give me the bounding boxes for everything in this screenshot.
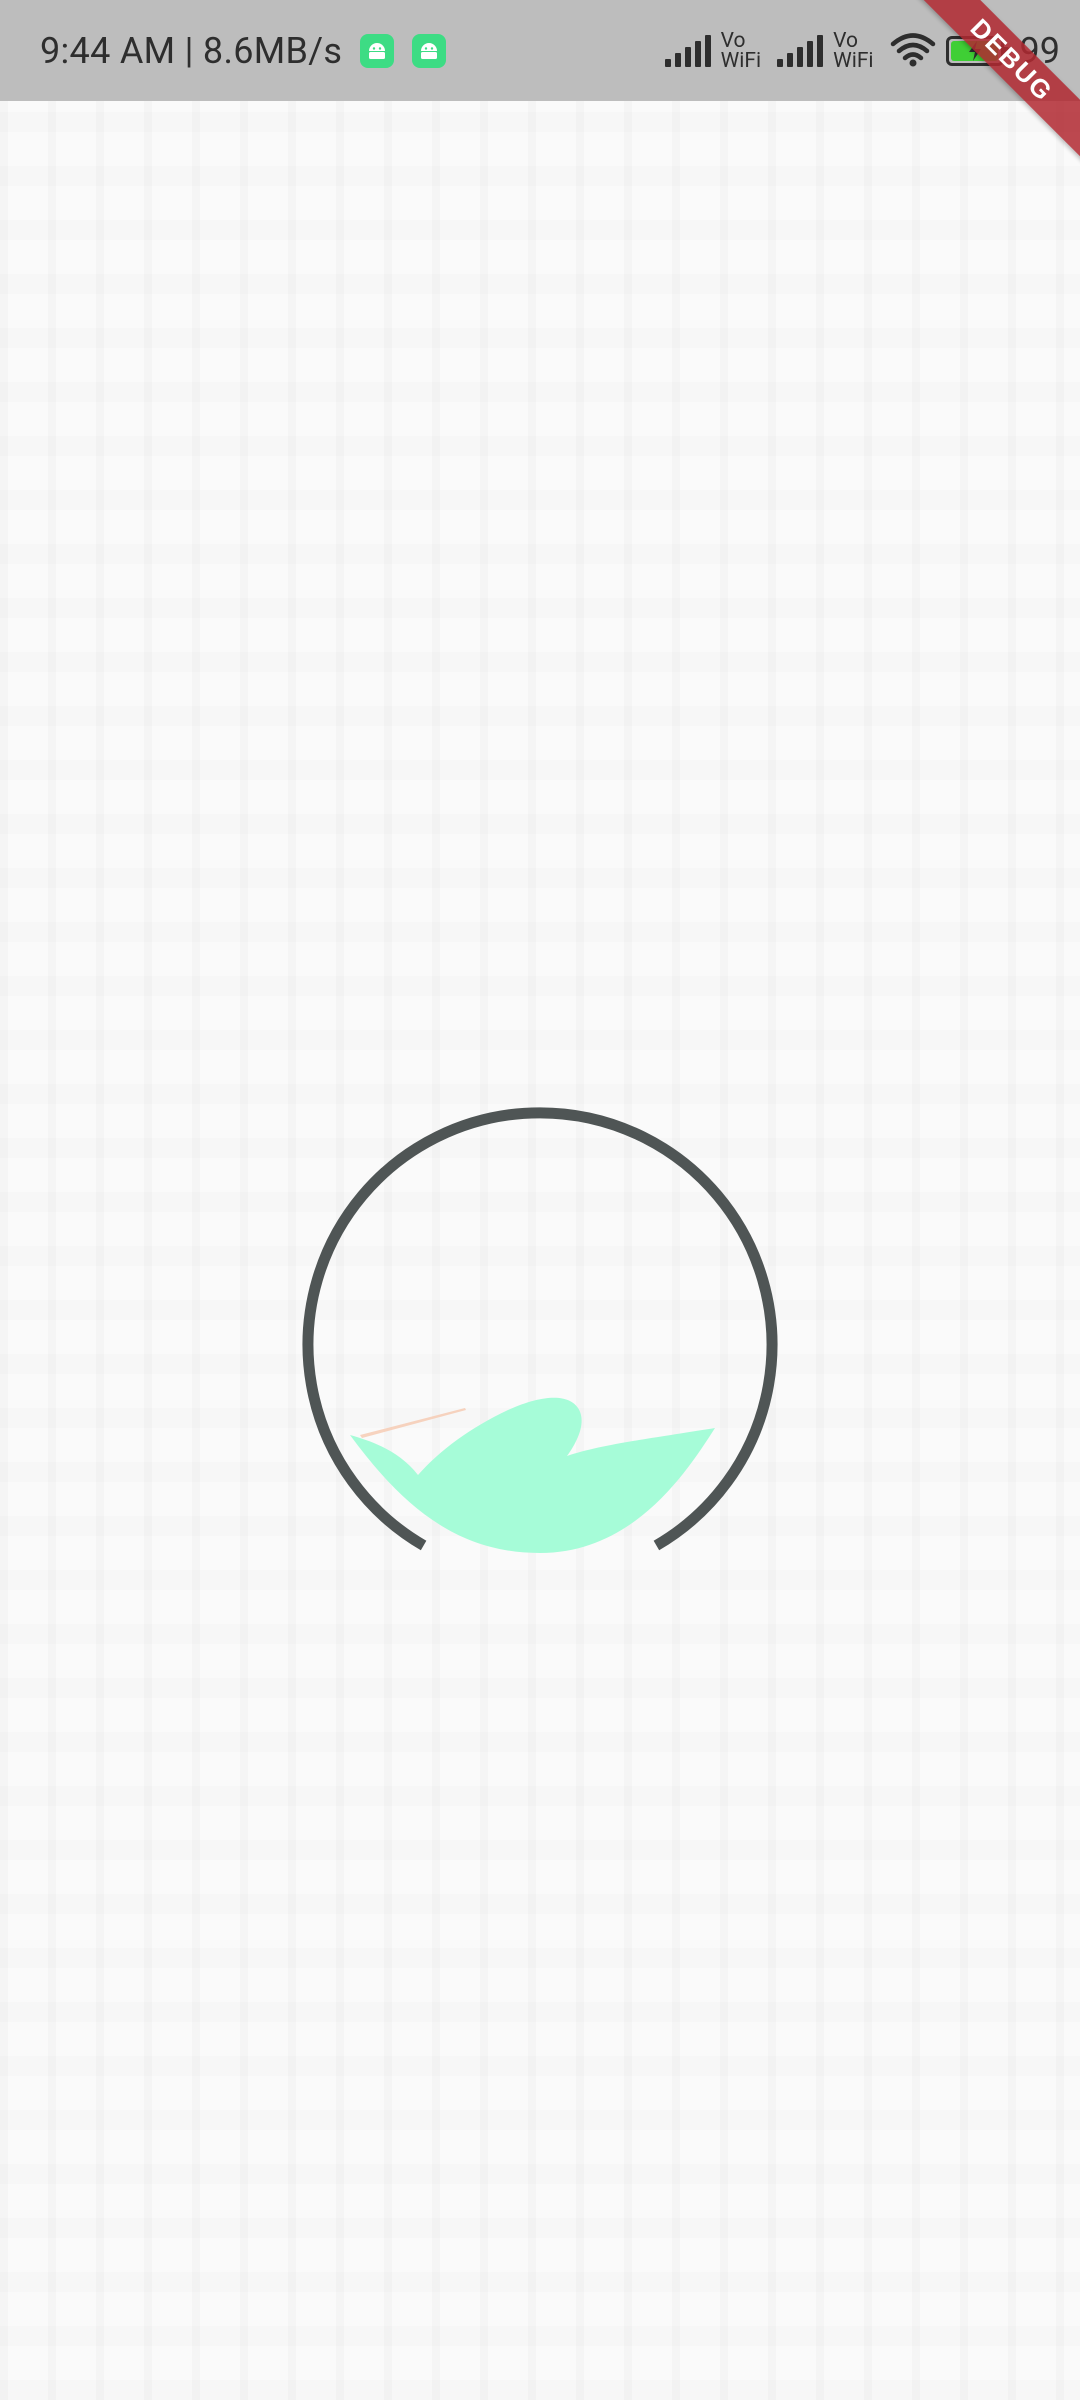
vowifi-indicator: Vo WiFi (720, 28, 762, 73)
vowifi-indicator: Vo WiFi (833, 28, 874, 73)
streak-shape (360, 1408, 466, 1438)
status-left: 9:44 AM | 8.6MB/s (40, 0, 447, 101)
status-bar: 9:44 AM | 8.6MB/s Vo WiFi Vo WiFi 99 (0, 0, 1080, 101)
loading-indicator (290, 1090, 790, 1590)
battery-icon (945, 35, 1009, 66)
progress-ring-icon (302, 1107, 778, 1553)
vowifi-bottom: WiFi (720, 48, 762, 73)
android-icon (360, 33, 395, 68)
android-icon (412, 33, 447, 68)
wifi-icon (890, 31, 936, 71)
vowifi-top: Vo (720, 28, 746, 53)
status-right: Vo WiFi Vo WiFi 99 (664, 0, 1060, 101)
battery-tip (1003, 46, 1009, 57)
vowifi-top: Vo (833, 28, 858, 53)
signal-icon (664, 34, 711, 67)
signal-icon (777, 34, 824, 67)
battery-percentage: 99 (1019, 29, 1060, 72)
status-time-speed: 9:44 AM | 8.6MB/s (40, 29, 343, 72)
vowifi-bottom: WiFi (833, 48, 874, 73)
